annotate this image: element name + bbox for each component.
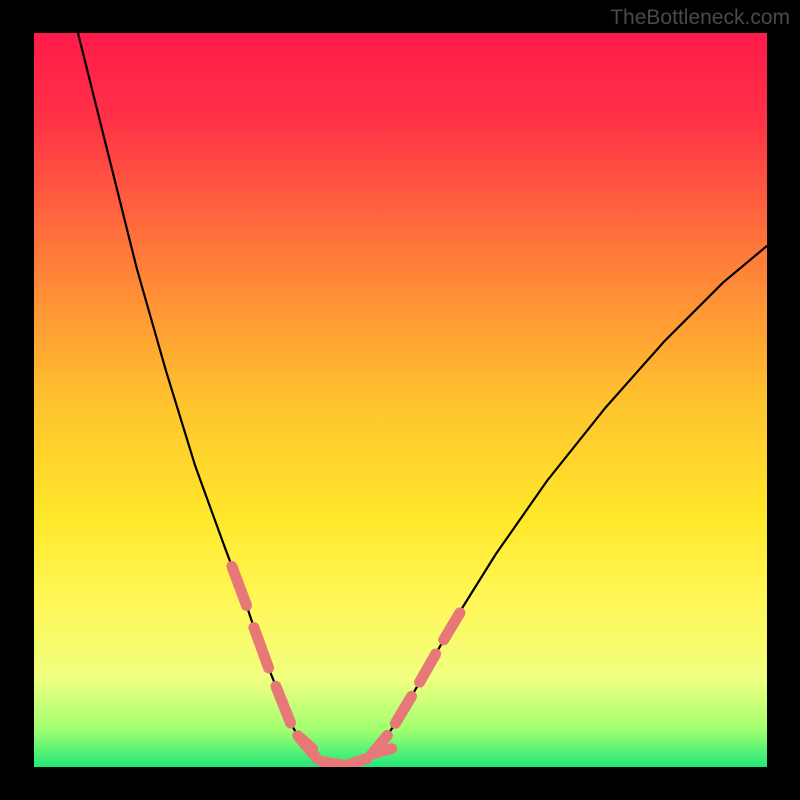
watermark-text: TheBottleneck.com: [610, 6, 790, 30]
plot-area: [34, 33, 767, 767]
bottleneck-chart: [34, 33, 767, 767]
chart-container: TheBottleneck.com: [0, 0, 800, 800]
gradient-background: [34, 33, 767, 767]
